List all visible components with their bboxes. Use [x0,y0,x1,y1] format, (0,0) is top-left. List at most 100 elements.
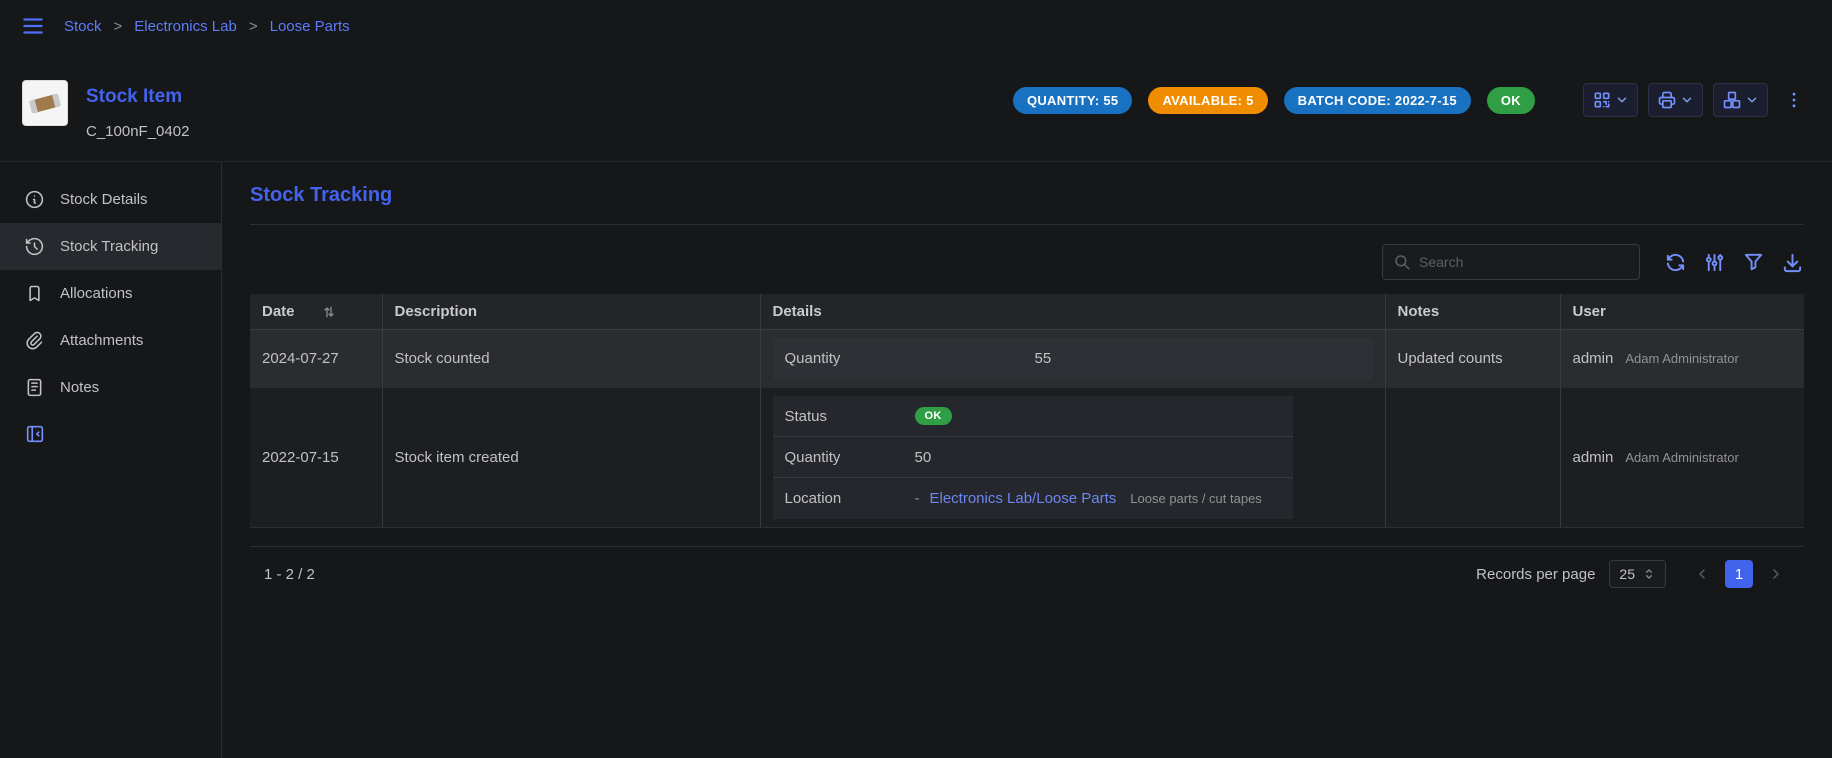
sidebar-item-label: Notes [60,379,99,396]
detail-label: Location [785,490,915,507]
records-per-page-value: 25 [1619,566,1635,582]
detail-row-location: Location - Electronics Lab/Loose Parts L… [773,478,1293,519]
divider [250,224,1804,225]
table-row-stock-item-created[interactable]: 2022-07-15 Stock item created Status OK … [250,388,1804,528]
panel-title: Stock Tracking [250,184,1804,207]
chevron-right-icon [1768,566,1784,582]
records-per-page-label: Records per page [1476,566,1595,583]
page-1-button[interactable]: 1 [1725,560,1753,588]
sidebar-collapse-icon [24,423,46,445]
detail-label: Quantity [785,350,1035,367]
capacitor-image [30,93,60,113]
user-full-name: Adam Administrator [1625,450,1738,465]
sidebar: Stock Details Stock Tracking Allocations… [0,162,222,758]
filter-button[interactable] [1742,251,1765,274]
chevron-left-icon [1694,566,1710,582]
cell-date: 2022-07-15 [250,388,382,528]
printer-icon [1657,90,1677,110]
refresh-icon [1664,251,1687,274]
pager: 1 [1688,560,1790,588]
table-footer: 1 - 2 / 2 Records per page 25 1 [250,546,1804,588]
sidebar-item-stock-tracking[interactable]: Stock Tracking [0,223,221,270]
location-description: Loose parts / cut tapes [1130,491,1262,506]
sidebar-item-label: Stock Tracking [60,238,158,255]
available-badge: AVAILABLE: 5 [1148,87,1267,114]
cell-details: Status OK Quantity 50 Location - [760,388,1385,528]
sidebar-item-label: Allocations [60,285,133,302]
sort-icon [321,304,337,320]
sidebar-item-attachments[interactable]: Attachments [0,317,221,364]
cell-date: 2024-07-27 [250,330,382,388]
download-button[interactable] [1781,251,1804,274]
bookmark-icon [24,283,45,304]
cell-user: admin Adam Administrator [1560,330,1804,388]
detail-row-quantity: Quantity 55 [773,338,1373,379]
stock-tracking-table: Date Description Details Notes User 2024… [250,294,1804,528]
column-header-description[interactable]: Description [382,294,760,330]
inventree-app: Stock > Electronics Lab > Loose Parts St… [0,0,1832,758]
column-header-date[interactable]: Date [250,294,382,330]
hamburger-menu-button[interactable] [20,13,46,39]
username: admin [1573,350,1614,367]
table-settings-button[interactable] [1703,251,1726,274]
dash: - [915,490,920,507]
chevron-down-icon [1680,93,1694,107]
header-titles: Stock Item C_100nF_0402 [86,86,189,140]
refresh-button[interactable] [1664,251,1687,274]
column-header-details[interactable]: Details [760,294,1385,330]
record-range: 1 - 2 / 2 [264,566,315,583]
column-header-notes[interactable]: Notes [1385,294,1560,330]
download-icon [1781,251,1804,274]
username: admin [1573,449,1614,466]
info-circle-icon [24,189,45,210]
barcode-actions-button[interactable] [1583,83,1638,117]
location-link[interactable]: Electronics Lab/Loose Parts [930,490,1117,507]
header-actions [1583,83,1804,117]
pagination-controls: Records per page 25 1 [1476,560,1790,588]
print-actions-button[interactable] [1648,83,1703,117]
sidebar-item-notes[interactable]: Notes [0,364,221,411]
breadcrumb: Stock > Electronics Lab > Loose Parts [64,18,350,35]
detail-row-quantity: Quantity 50 [773,437,1293,478]
stock-operations-icon [1722,90,1742,110]
search-input[interactable] [1419,254,1629,270]
content-area: Stock Details Stock Tracking Allocations… [0,162,1832,758]
previous-page-button[interactable] [1688,560,1716,588]
sidebar-item-allocations[interactable]: Allocations [0,270,221,317]
cell-details: Quantity 55 [760,330,1385,388]
detail-label: Quantity [785,449,915,466]
table-row-stock-counted[interactable]: 2024-07-27 Stock counted Quantity 55 Upd… [250,330,1804,388]
breadcrumb-link-loose-parts[interactable]: Loose Parts [270,18,350,35]
stock-item-header: Stock Item C_100nF_0402 QUANTITY: 55 AVA… [0,52,1832,162]
stock-operations-button[interactable] [1713,83,1768,117]
column-header-user[interactable]: User [1560,294,1804,330]
column-label: Date [262,303,295,320]
detail-label: Status [785,408,915,425]
stock-item-thumbnail[interactable] [22,80,68,126]
cell-description: Stock counted [382,330,760,388]
detail-box: Quantity 55 [773,338,1373,379]
history-icon [24,236,45,257]
sidebar-collapse-button[interactable] [24,423,46,445]
search-box [1382,244,1640,280]
sidebar-item-stock-details[interactable]: Stock Details [0,176,221,223]
quantity-badge: QUANTITY: 55 [1013,87,1132,114]
status-badges: QUANTITY: 55 AVAILABLE: 5 BATCH CODE: 20… [1013,87,1535,114]
user-full-name: Adam Administrator [1625,351,1738,366]
stock-item-name: C_100nF_0402 [86,123,189,140]
page-title: Stock Item [86,86,189,108]
cell-description: Stock item created [382,388,760,528]
topbar: Stock > Electronics Lab > Loose Parts [0,0,1832,52]
status-ok-badge: OK [915,407,952,425]
breadcrumb-link-stock[interactable]: Stock [64,18,102,35]
more-options-button[interactable] [1784,90,1804,110]
notes-icon [24,377,45,398]
dots-vertical-icon [1784,90,1804,110]
selector-icon [1642,567,1656,581]
breadcrumb-link-electronics-lab[interactable]: Electronics Lab [134,18,237,35]
sidebar-item-label: Stock Details [60,191,148,208]
cell-user: admin Adam Administrator [1560,388,1804,528]
next-page-button[interactable] [1762,560,1790,588]
records-per-page-select[interactable]: 25 [1609,560,1666,588]
hamburger-menu-icon [20,13,46,39]
